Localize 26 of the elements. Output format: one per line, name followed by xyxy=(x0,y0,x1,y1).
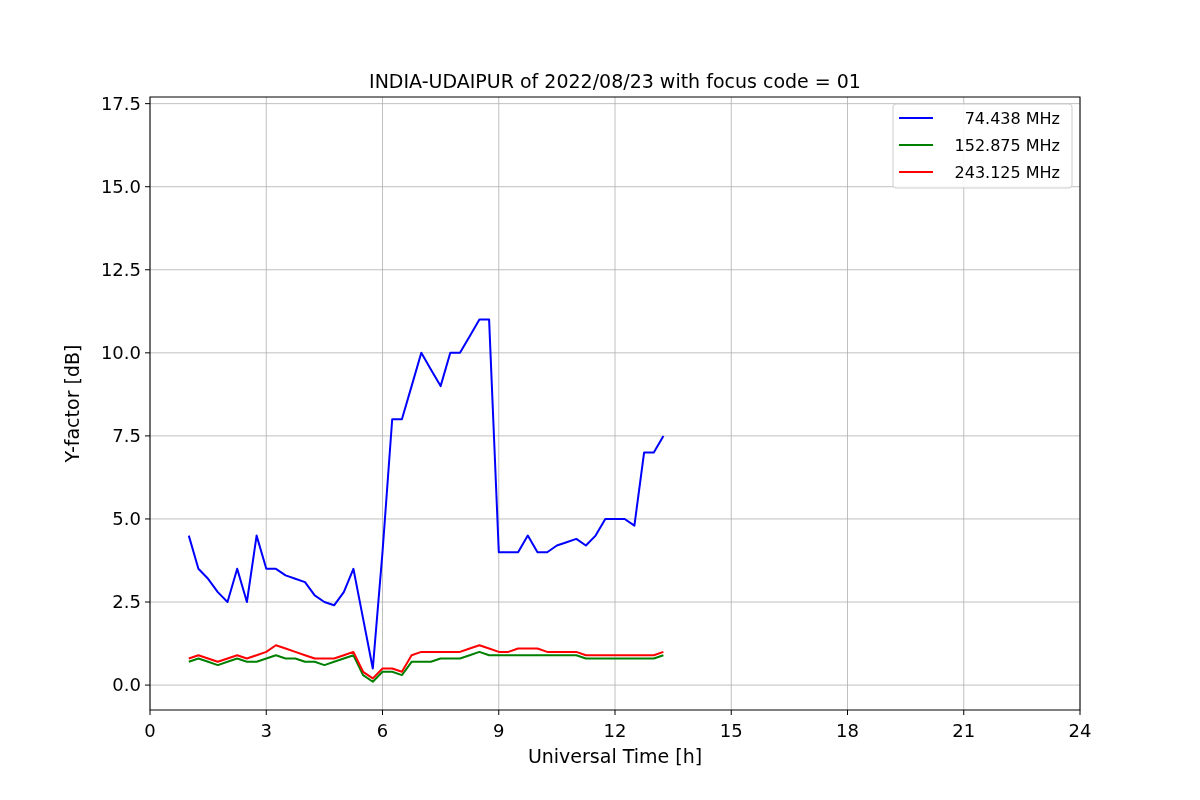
legend-label: 152.875 MHz xyxy=(954,136,1060,155)
x-tick-label: 0 xyxy=(144,720,156,741)
x-axis-label: Universal Time [h] xyxy=(527,745,703,767)
y-tick-label: 2.5 xyxy=(112,591,141,612)
x-tick-label: 9 xyxy=(493,720,505,741)
legend-line xyxy=(898,144,934,146)
y-axis-label: Y-factor [dB] xyxy=(61,344,83,463)
legend-label: 74.438 MHz xyxy=(964,109,1060,128)
chart-title: INDIA-UDAIPUR of 2022/08/23 with focus code = 01 xyxy=(369,70,861,92)
legend-line xyxy=(898,117,934,119)
x-tick-label: 15 xyxy=(719,720,743,741)
y-tick-label: 12.5 xyxy=(100,258,141,280)
legend-label: 243.125 MHz xyxy=(954,163,1060,182)
x-tick-label: 12 xyxy=(603,720,627,741)
y-tick-label: 17.5 xyxy=(100,92,141,114)
y-tick-label: 10.0 xyxy=(100,341,141,363)
y-tick-label: 5.0 xyxy=(112,507,141,529)
x-tick-label: 18 xyxy=(836,720,859,741)
x-tick-label: 3 xyxy=(260,720,272,741)
legend-line xyxy=(898,171,934,173)
y-tick-label: 15.0 xyxy=(100,175,141,197)
y-tick-label: 7.5 xyxy=(112,424,141,446)
x-tick-label: 24 xyxy=(1068,720,1092,741)
x-tick-label: 6 xyxy=(376,720,389,741)
y-tick-label: 0.0 xyxy=(112,674,141,696)
x-tick-label: 21 xyxy=(952,720,976,741)
